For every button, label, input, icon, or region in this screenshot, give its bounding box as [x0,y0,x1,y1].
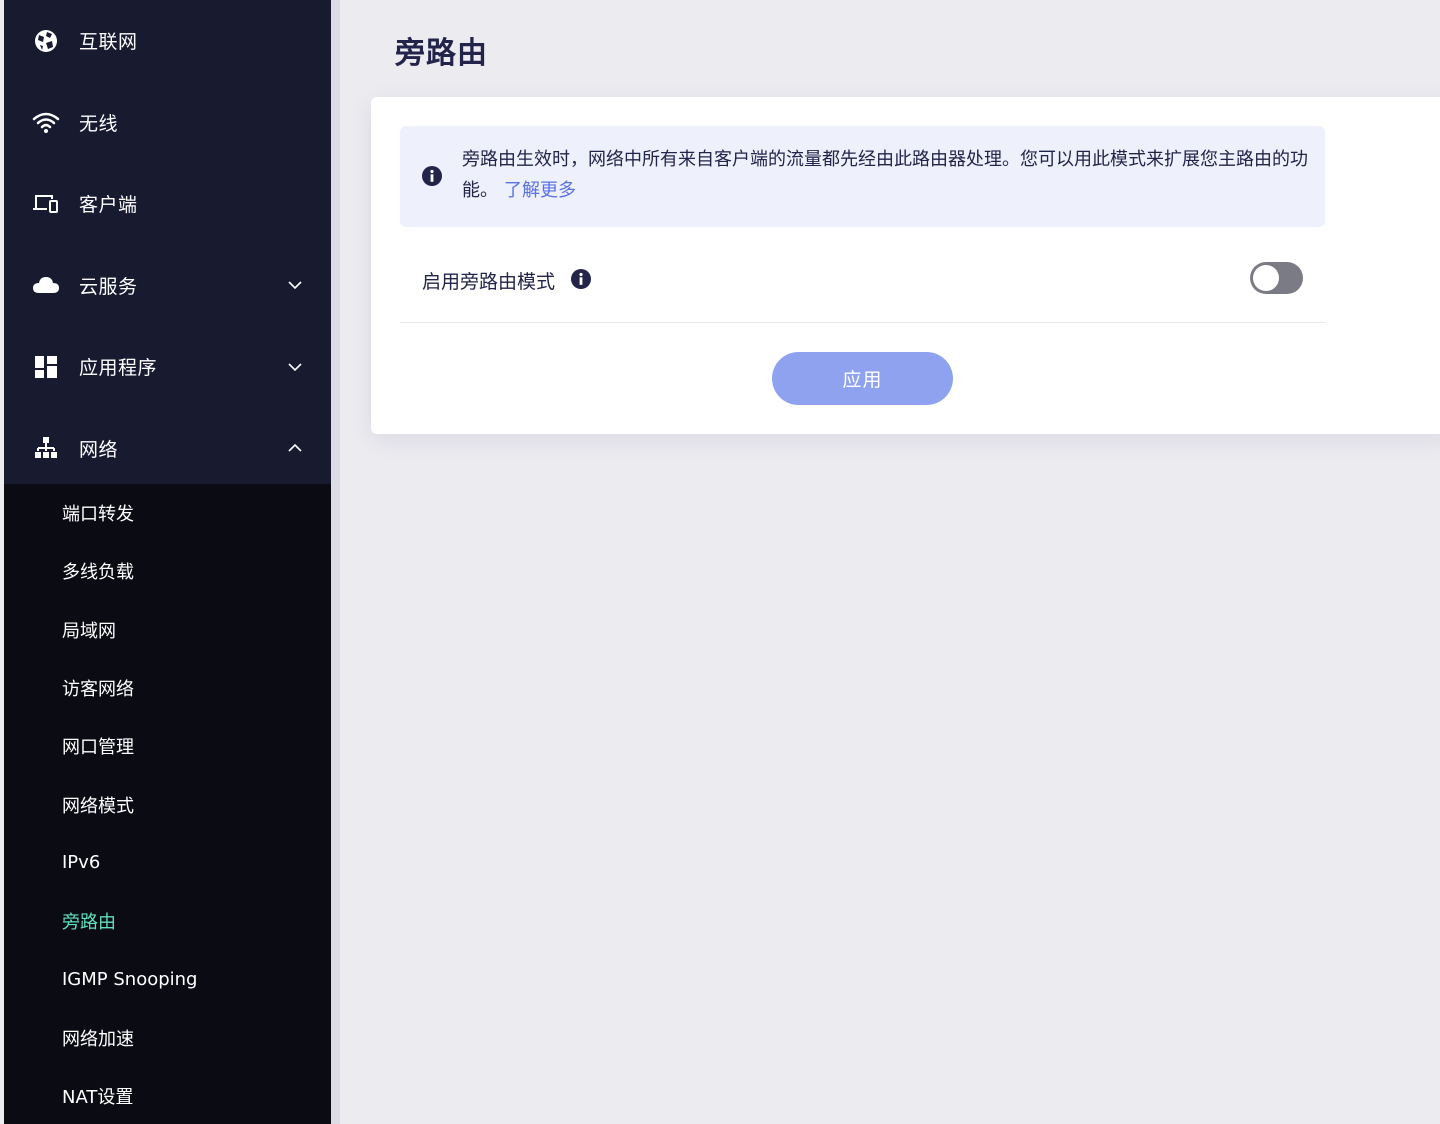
sidebar-item-label: 应用程序 [79,357,158,380]
sidebar-item-label: 无线 [79,112,119,135]
devices-icon [32,190,60,218]
toggle-knob [1253,265,1279,291]
sidebar-scroll-divider [331,0,340,1124]
info-banner: 旁路由生效时，网络中所有来自客户端的流量都先经由此路由器处理。您可以用此模式来扩… [400,126,1325,227]
cloud-icon [32,271,60,299]
submenu-item-nat-settings[interactable]: NAT设置 [4,1067,331,1124]
chevron-down-icon [287,359,303,375]
submenu-item-network-mode[interactable]: 网络模式 [4,775,331,833]
submenu-item-lan[interactable]: 局域网 [4,601,331,659]
learn-more-link[interactable]: 了解更多 [504,180,576,201]
info-text: 旁路由生效时，网络中所有来自客户端的流量都先经由此路由器处理。您可以用此模式来扩… [462,144,1312,206]
sidebar-item-internet[interactable]: 互联网 [4,0,331,82]
submenu-item-igmp-snooping[interactable]: IGMP Snooping [4,950,331,1008]
sidebar-item-applications[interactable]: 应用程序 [4,326,331,408]
main-content: 旁路由 旁路由生效时，网络中所有来自客户端的流量都先经由此路由器处理。您可以用此… [340,0,1440,1124]
bypass-mode-setting: 启用旁路由模式 [400,247,1325,323]
settings-card: 旁路由生效时，网络中所有来自客户端的流量都先经由此路由器处理。您可以用此模式来扩… [371,97,1440,434]
submenu-item-bypass-router[interactable]: 旁路由 [4,892,331,950]
submenu-item-ipv6[interactable]: IPv6 [4,834,331,892]
setting-label: 启用旁路由模式 [422,271,556,293]
page-title: 旁路由 [395,36,488,71]
sidebar-item-label: 客户端 [79,194,138,217]
chevron-down-icon [287,277,303,293]
submenu-item-port-forwarding[interactable]: 端口转发 [4,484,331,542]
sidebar-item-label: 互联网 [79,31,138,54]
wifi-icon [32,108,60,136]
info-icon[interactable] [571,269,591,289]
submenu-item-multi-wan[interactable]: 多线负载 [4,542,331,600]
submenu-item-guest-network[interactable]: 访客网络 [4,659,331,717]
apps-grid-icon [32,353,60,381]
sidebar-item-cloud[interactable]: 云服务 [4,245,331,327]
sidebar-item-wireless[interactable]: 无线 [4,82,331,164]
sidebar-item-clients[interactable]: 客户端 [4,163,331,245]
sidebar: 互联网 无线 客户端 云服务 应用程序 网络 端口转发 多线负载 局域网 访客网… [4,0,331,1124]
chevron-up-icon [287,440,303,456]
submenu-item-port-management[interactable]: 网口管理 [4,717,331,775]
sidebar-main-menu: 互联网 无线 客户端 云服务 应用程序 网络 [4,0,331,484]
app-layout: 互联网 无线 客户端 云服务 应用程序 网络 端口转发 多线负载 局域网 访客网… [0,0,1440,1124]
sidebar-item-network[interactable]: 网络 [4,408,331,490]
network-tree-icon [32,434,60,462]
info-description: 旁路由生效时，网络中所有来自客户端的流量都先经由此路由器处理。您可以用此模式来扩… [462,149,1308,201]
info-icon [422,166,442,186]
sidebar-item-label: 云服务 [79,275,138,298]
network-submenu: 端口转发 多线负载 局域网 访客网络 网口管理 网络模式 IPv6 旁路由 IG… [4,484,331,1124]
globe-icon [32,27,60,55]
sidebar-item-label: 网络 [79,438,119,461]
bypass-mode-toggle[interactable] [1250,262,1303,294]
submenu-item-network-acceleration[interactable]: 网络加速 [4,1009,331,1067]
apply-button[interactable]: 应用 [772,352,953,405]
